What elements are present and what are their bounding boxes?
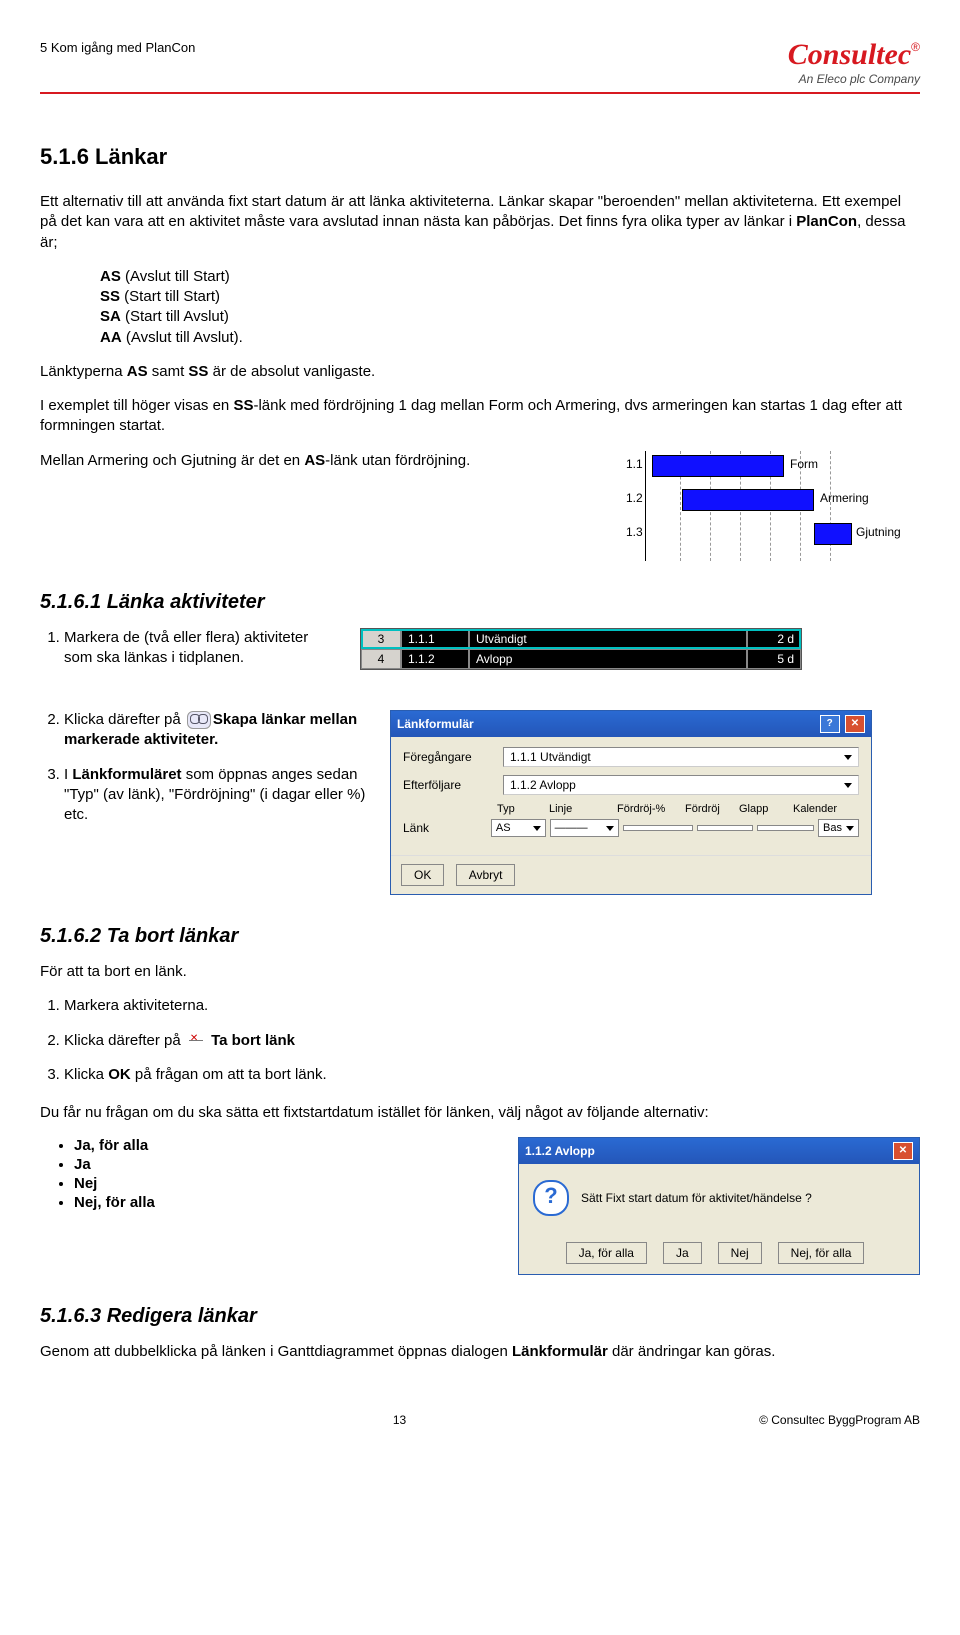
logo-main: Consultec: [788, 38, 911, 71]
page-number: 13: [40, 1413, 759, 1427]
gantt-row-num: 1.3: [626, 525, 643, 539]
yes-all-button[interactable]: Ja, för alla: [566, 1242, 647, 1264]
confirm-dialog: 1.1.2 Avlopp ✕ ? Sätt Fixt start datum f…: [518, 1137, 920, 1275]
gantt-bar-gjutning: [814, 523, 852, 545]
link-form-dialog: Länkformulär ? ✕ Föregångare 1.1.1 Utvän…: [390, 710, 872, 895]
successor-dropdown[interactable]: 1.1.2 Avlopp: [503, 775, 859, 795]
dialog-titlebar: Länkformulär ? ✕: [391, 711, 871, 737]
close-icon[interactable]: ✕: [845, 715, 865, 733]
label-successor: Efterföljare: [403, 778, 493, 792]
col-typ: Typ: [497, 803, 545, 815]
logo: Consultec® An Eleco plc Company: [788, 40, 920, 86]
heading-5162: 5.1.6.2 Ta bort länkar: [40, 925, 920, 948]
col-linje: Linje: [549, 803, 613, 815]
help-icon[interactable]: ?: [820, 715, 840, 733]
options-list: Ja, för alla Ja Nej Nej, för alla: [74, 1137, 498, 1211]
typ-dropdown[interactable]: AS: [491, 819, 546, 837]
label-predecessor: Föregångare: [403, 750, 493, 764]
gantt-label: Form: [790, 457, 818, 471]
gantt-row-num: 1.1: [626, 457, 643, 471]
create-link-icon[interactable]: [187, 711, 211, 729]
confirm-titlebar: 1.1.2 Avlopp ✕: [519, 1138, 919, 1164]
paragraph-example: I exemplet till höger visas en SS-länk m…: [40, 396, 920, 437]
edit-link-paragraph: Genom att dubbelklicka på länken i Gantt…: [40, 1342, 920, 1362]
copyright: © Consultec ByggProgram AB: [759, 1413, 920, 1427]
fordroj-p-input[interactable]: [623, 825, 693, 831]
step-3: I Länkformuläret som öppnas anges sedan …: [64, 765, 370, 826]
cancel-button[interactable]: Avbryt: [456, 864, 516, 886]
chevron-down-icon: [844, 755, 852, 760]
no-all-button[interactable]: Nej, för alla: [778, 1242, 865, 1264]
gantt-label: Gjutning: [856, 525, 901, 539]
confirm-title-text: 1.1.2 Avlopp: [525, 1144, 595, 1158]
gantt-bar-form: [652, 455, 784, 477]
chevron-down-icon: [533, 826, 541, 831]
gantt-bar-armering: [682, 489, 814, 511]
gantt-figure: 1.1 Form 1.2 Armering 1.3 Gjutning: [645, 451, 920, 561]
table-row[interactable]: 4 1.1.2 Avlopp 5 d: [361, 649, 801, 669]
opt-nej-alla: Nej, för alla: [74, 1194, 155, 1211]
gantt-row-num: 1.2: [626, 491, 643, 505]
step-2: Klicka därefter på Skapa länkar mellan m…: [64, 710, 370, 751]
confirm-text: Sätt Fixt start datum för aktivitet/händ…: [581, 1191, 812, 1205]
fordroj-input[interactable]: [697, 825, 754, 831]
gantt-label: Armering: [820, 491, 869, 505]
dialog-title-text: Länkformulär: [397, 717, 474, 731]
activities-table: 3 1.1.1 Utvändigt 2 d 4 1.1.2 Avlopp 5 d: [360, 628, 802, 670]
heading-5161: 5.1.6.1 Länka aktiviteter: [40, 591, 920, 614]
logo-sub: An Eleco plc Company: [788, 72, 920, 86]
chevron-down-icon: [844, 783, 852, 788]
intro-paragraph: Ett alternativ till att använda fixt sta…: [40, 192, 920, 253]
kalender-dropdown[interactable]: Bas: [818, 819, 859, 837]
chevron-down-icon: [606, 826, 614, 831]
remove-link-icon[interactable]: [187, 1033, 205, 1049]
label-lank: Länk: [403, 821, 487, 835]
col-fordroj: Fördröj: [685, 803, 735, 815]
col-glapp: Glapp: [739, 803, 789, 815]
logo-reg: ®: [911, 40, 920, 54]
remove-step-3: Klicka OK på frågan om att ta bort länk.: [64, 1065, 920, 1085]
link-types-list: AS (Avslut till Start) SS (Start till St…: [100, 267, 920, 348]
glapp-input[interactable]: [757, 825, 814, 831]
paragraph-common-types: Länktyperna AS samt SS är de absolut van…: [40, 362, 920, 382]
predecessor-dropdown[interactable]: 1.1.1 Utvändigt: [503, 747, 859, 767]
header-rule: [40, 92, 920, 94]
remove-link-intro: För att ta bort en länk.: [40, 962, 920, 982]
opt-ja: Ja: [74, 1156, 91, 1173]
linje-dropdown[interactable]: ———: [550, 819, 620, 837]
remove-step-2: Klicka därefter på Ta bort länk: [64, 1031, 920, 1051]
opt-ja-alla: Ja, för alla: [74, 1137, 148, 1154]
close-icon[interactable]: ✕: [893, 1142, 913, 1160]
table-row[interactable]: 3 1.1.1 Utvändigt 2 d: [361, 629, 801, 649]
heading-5163: 5.1.6.3 Redigera länkar: [40, 1305, 920, 1328]
heading-516: 5.1.6 Länkar: [40, 144, 920, 170]
opt-nej: Nej: [74, 1175, 97, 1192]
fixed-date-prompt: Du får nu frågan om du ska sätta ett fix…: [40, 1103, 920, 1123]
header-section: 5 Kom igång med PlanCon: [40, 40, 195, 55]
remove-step-1: Markera aktiviteterna.: [64, 996, 920, 1016]
ok-button[interactable]: OK: [401, 864, 444, 886]
question-icon: ?: [533, 1180, 569, 1216]
step-1: Markera de (två eller flera) aktiviteter…: [64, 628, 340, 669]
no-button[interactable]: Nej: [718, 1242, 762, 1264]
col-kalender: Kalender: [793, 803, 859, 815]
col-fordroj-p: Fördröj-%: [617, 803, 681, 815]
chevron-down-icon: [846, 826, 854, 831]
paragraph-as-link: Mellan Armering och Gjutning är det en A…: [40, 451, 480, 471]
yes-button[interactable]: Ja: [663, 1242, 702, 1264]
